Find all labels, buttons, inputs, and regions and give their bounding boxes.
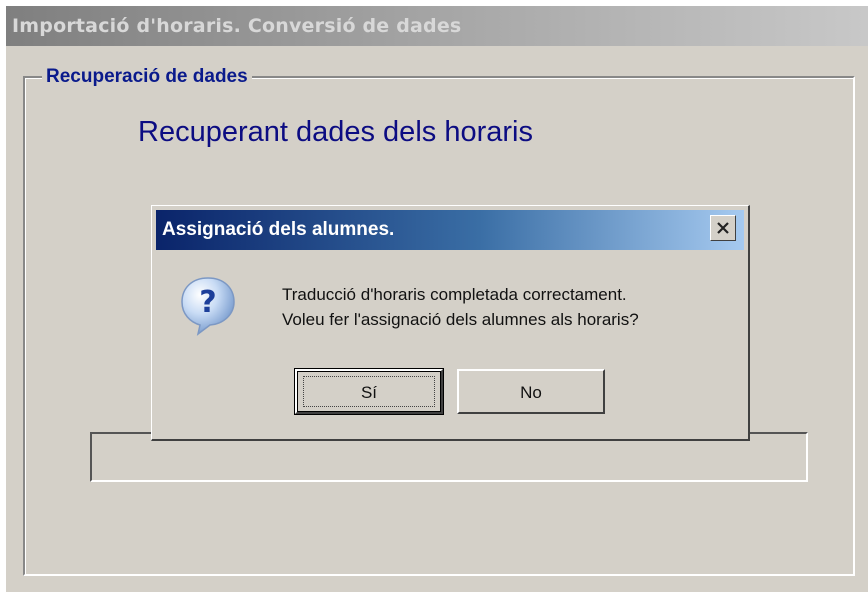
recovery-status-heading: Recuperant dades dels horaris (138, 116, 533, 148)
window-title: Importació d'horaris. Conversió de dades (6, 6, 868, 46)
dialog-message: Traducció d'horaris completada correctam… (282, 282, 742, 332)
dialog-message-line2: Voleu fer l'assignació dels alumnes als … (282, 310, 639, 329)
question-icon: ? (181, 277, 235, 336)
window-border-left (0, 0, 6, 592)
close-button[interactable] (710, 215, 736, 241)
dialog-message-line1: Traducció d'horaris completada correctam… (282, 285, 627, 304)
no-button-label: No (520, 383, 542, 402)
groupbox-label: Recuperació de dades (42, 66, 252, 88)
close-icon (717, 222, 729, 234)
assignment-dialog: Assignació dels alumnes. ? Traducció d'h… (151, 205, 750, 441)
dialog-title: Assignació dels alumnes. (156, 210, 744, 250)
no-button[interactable]: No (457, 369, 605, 414)
yes-button-focus (303, 376, 435, 407)
yes-button[interactable]: Sí (295, 369, 443, 414)
svg-text:?: ? (199, 285, 216, 320)
main-window: Importació d'horaris. Conversió de dades… (0, 0, 868, 592)
